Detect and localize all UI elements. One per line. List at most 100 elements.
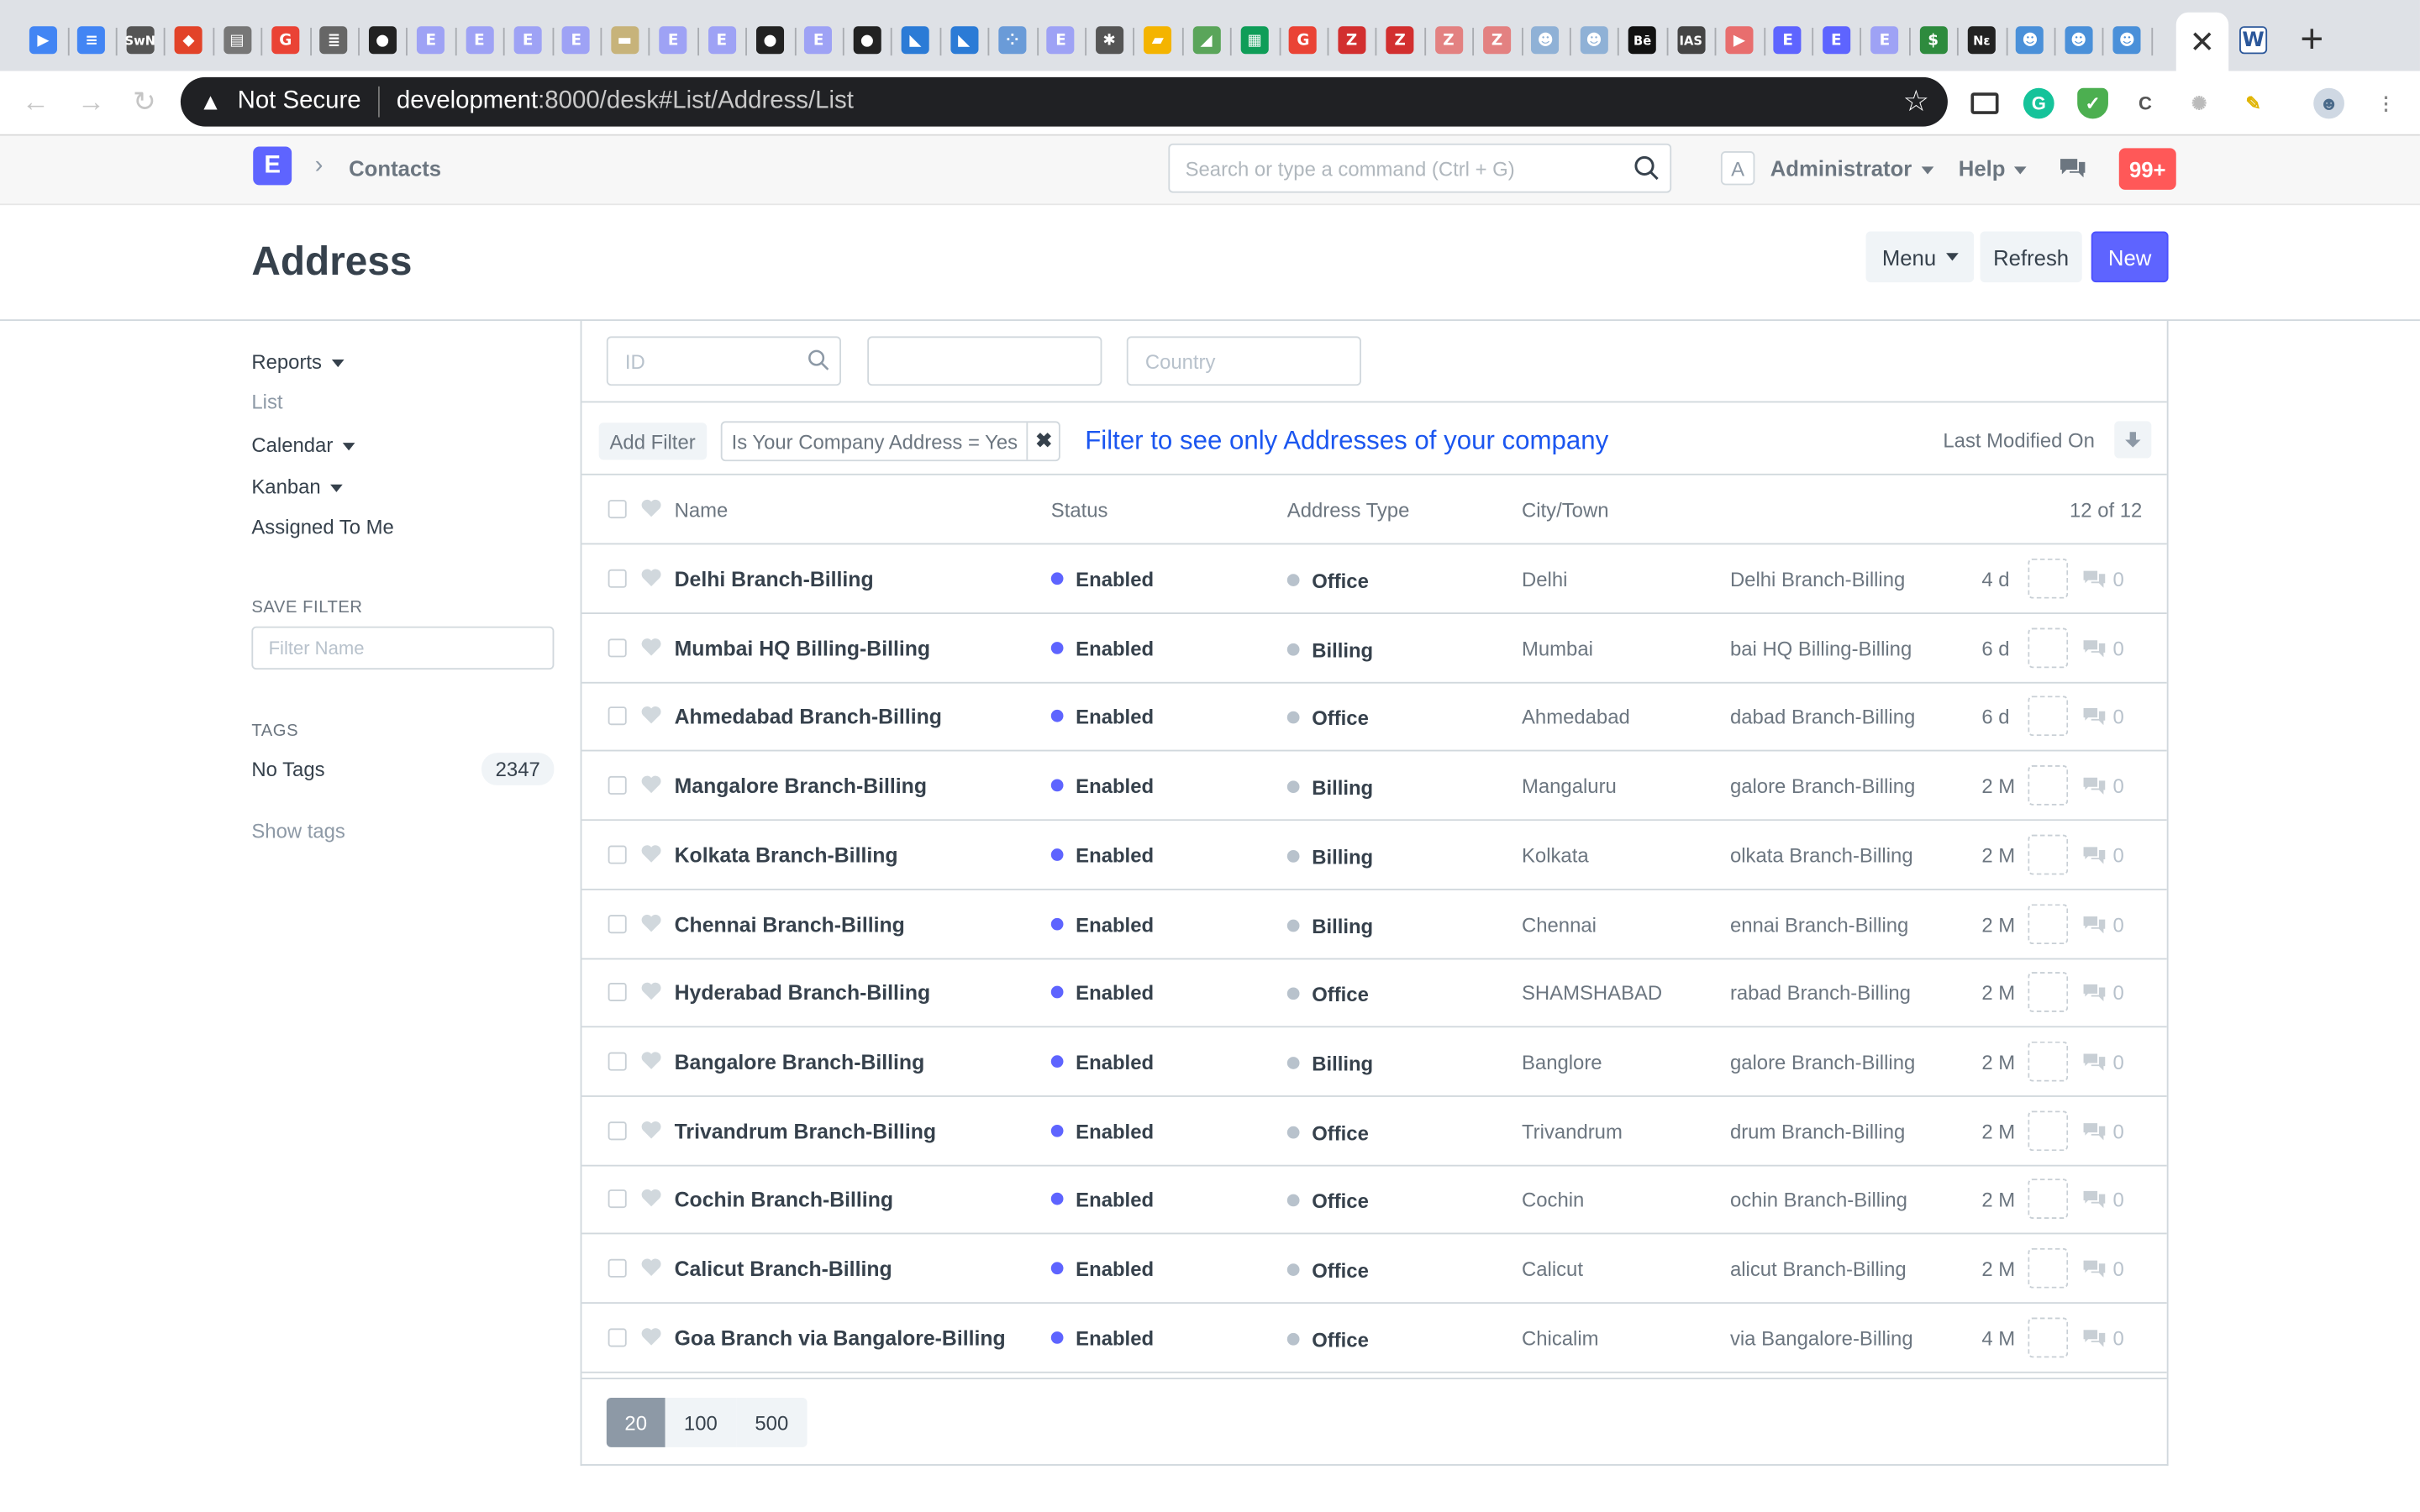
browser-tab[interactable]: ◆ xyxy=(167,18,210,61)
browser-tab[interactable]: ☻ xyxy=(2008,18,2051,61)
sidebar-item-kanban[interactable]: Kanban xyxy=(251,475,343,498)
show-tags-link[interactable]: Show tags xyxy=(251,819,345,843)
table-row[interactable]: Delhi Branch-Billing Enabled Office Delhi De… xyxy=(581,544,2167,615)
row-name-link[interactable]: Goa Branch via Bangalore-Billing xyxy=(675,1326,1006,1350)
active-filter-chip[interactable]: Is Your Company Address = Yes ✖ xyxy=(720,421,1061,462)
address-type-indicator[interactable]: Office xyxy=(1286,1259,1369,1282)
address-type-indicator[interactable]: Billing xyxy=(1286,638,1373,661)
comment-count[interactable]: 0 xyxy=(2082,1051,2124,1074)
address-type-indicator[interactable]: Office xyxy=(1286,983,1369,1006)
row-checkbox[interactable] xyxy=(608,1121,627,1140)
browser-tab[interactable]: ✱ xyxy=(1088,18,1131,61)
address-bar[interactable]: ▲ Not Secure development:8000/desk#List/… xyxy=(180,76,1948,127)
help-menu[interactable]: Help xyxy=(1959,156,2028,181)
assign-avatar-placeholder[interactable] xyxy=(2028,1247,2069,1289)
browser-tab[interactable]: ● xyxy=(845,18,888,61)
table-row[interactable]: Calicut Branch-Billing Enabled Office Calic… xyxy=(581,1234,2167,1305)
grammarly-icon[interactable]: G xyxy=(2023,87,2054,119)
browser-tab[interactable]: IAS xyxy=(1670,18,1712,61)
comment-count[interactable]: 0 xyxy=(2082,568,2124,591)
row-name-link[interactable]: Cochin Branch-Billing xyxy=(675,1189,893,1212)
heart-icon[interactable] xyxy=(640,1189,662,1209)
browser-tab[interactable]: ☻ xyxy=(2106,18,2149,61)
assign-avatar-placeholder[interactable] xyxy=(2028,1041,2069,1082)
id-filter-input[interactable] xyxy=(606,336,842,386)
react-icon[interactable]: ✺ xyxy=(2184,88,2215,119)
table-row[interactable]: Mumbai HQ Billing-Billing Enabled Billing M… xyxy=(581,613,2167,684)
comment-count[interactable]: 0 xyxy=(2082,843,2124,867)
shield-icon[interactable]: ✓ xyxy=(2077,87,2108,119)
table-row[interactable]: Chennai Branch-Billing Enabled Billing Chen… xyxy=(581,890,2167,959)
country-filter-input[interactable] xyxy=(1126,336,1361,386)
browser-menu-icon[interactable]: ⋮ xyxy=(2370,88,2402,119)
heart-icon[interactable] xyxy=(640,1051,662,1071)
user-avatar[interactable]: A xyxy=(1720,150,1755,186)
status-indicator[interactable]: Enabled xyxy=(1050,1326,1154,1350)
browser-tab[interactable]: ▶ xyxy=(22,18,65,61)
table-row[interactable]: Trivandrum Branch-Billing Enabled Office Tr… xyxy=(581,1096,2167,1166)
row-name-link[interactable]: Kolkata Branch-Billing xyxy=(675,843,898,867)
browser-tab[interactable]: ☻ xyxy=(2057,18,2100,61)
table-row[interactable]: Cochin Branch-Billing Enabled Office Cochin… xyxy=(581,1165,2167,1235)
browser-tab[interactable]: E xyxy=(506,18,549,61)
row-checkbox[interactable] xyxy=(608,1052,627,1071)
browser-tab[interactable]: ◣ xyxy=(894,18,937,61)
row-name-link[interactable]: Trivandrum Branch-Billing xyxy=(675,1120,936,1143)
menu-button[interactable]: Menu xyxy=(1865,231,1975,283)
browser-tab[interactable]: Z xyxy=(1330,18,1373,61)
browser-tab[interactable]: ☻ xyxy=(1572,18,1615,61)
status-indicator[interactable]: Enabled xyxy=(1050,912,1154,936)
row-checkbox[interactable] xyxy=(608,569,627,588)
row-checkbox[interactable] xyxy=(608,1189,627,1209)
browser-tab[interactable]: ◣ xyxy=(942,18,985,61)
chat-icon[interactable] xyxy=(2059,156,2086,181)
comment-count[interactable]: 0 xyxy=(2082,912,2124,936)
table-row[interactable]: Ahmedabad Branch-Billing Enabled Office Ahm… xyxy=(581,683,2167,753)
address-type-indicator[interactable]: Billing xyxy=(1286,1052,1373,1075)
close-tab-icon[interactable]: ✕ xyxy=(2190,23,2216,61)
row-name-link[interactable]: Bangalore Branch-Billing xyxy=(675,1051,925,1074)
row-name-link[interactable]: Mumbai HQ Billing-Billing xyxy=(675,637,930,660)
browser-tab[interactable]: E xyxy=(651,18,694,61)
browser-tab[interactable]: E xyxy=(1039,18,1082,61)
comment-count[interactable]: 0 xyxy=(2082,1189,2124,1211)
status-indicator[interactable]: Enabled xyxy=(1050,568,1154,591)
assign-avatar-placeholder[interactable] xyxy=(2028,1110,2069,1151)
sort-selector[interactable]: Last Modified On xyxy=(1943,429,2095,453)
status-indicator[interactable]: Enabled xyxy=(1050,1120,1154,1142)
heart-icon[interactable] xyxy=(640,568,662,588)
browser-tab[interactable]: W xyxy=(2232,18,2275,61)
browser-tab[interactable]: E xyxy=(700,18,743,61)
sidebar-item-calendar[interactable]: Calendar xyxy=(251,433,355,457)
browser-tab[interactable]: E xyxy=(1766,18,1809,61)
active-tab[interactable]: ✕ xyxy=(2175,12,2229,71)
browser-tab[interactable]: G xyxy=(1281,18,1324,61)
assign-avatar-placeholder[interactable] xyxy=(2028,1179,2069,1220)
browser-tab[interactable]: ▰ xyxy=(1136,18,1179,61)
assign-avatar-placeholder[interactable] xyxy=(2028,972,2069,1013)
no-tags-item[interactable]: No Tags xyxy=(251,758,324,781)
table-row[interactable]: Bangalore Branch-Billing Enabled Billing Ba… xyxy=(581,1027,2167,1097)
comment-count[interactable]: 0 xyxy=(2082,981,2124,1005)
status-indicator[interactable]: Enabled xyxy=(1050,706,1154,729)
profile-avatar-icon[interactable]: ☻ xyxy=(2313,87,2344,119)
assign-avatar-placeholder[interactable] xyxy=(2028,1316,2069,1357)
browser-tab[interactable]: E xyxy=(1815,18,1858,61)
row-checkbox[interactable] xyxy=(608,983,627,1002)
address-type-indicator[interactable]: Office xyxy=(1286,1190,1369,1213)
status-indicator[interactable]: Enabled xyxy=(1050,1257,1154,1280)
heart-icon[interactable] xyxy=(640,774,662,795)
browser-tab[interactable]: Z xyxy=(1427,18,1470,61)
browser-tab[interactable]: ⁘ xyxy=(991,18,1034,61)
heart-icon[interactable] xyxy=(640,1326,662,1347)
browser-tab[interactable]: ▶ xyxy=(1718,18,1760,61)
heart-icon[interactable] xyxy=(640,981,662,1001)
row-name-link[interactable]: Delhi Branch-Billing xyxy=(675,568,874,591)
sidebar-item-assigned[interactable]: Assigned To Me xyxy=(251,515,393,538)
address-type-indicator[interactable]: Office xyxy=(1286,570,1369,592)
heart-icon[interactable] xyxy=(640,1257,662,1278)
table-row[interactable]: Goa Branch via Bangalore-Billing Enabled O… xyxy=(581,1303,2167,1373)
select-all-checkbox[interactable] xyxy=(608,500,627,519)
browser-tab[interactable]: E xyxy=(555,18,597,61)
name-filter-input[interactable] xyxy=(867,336,1102,386)
